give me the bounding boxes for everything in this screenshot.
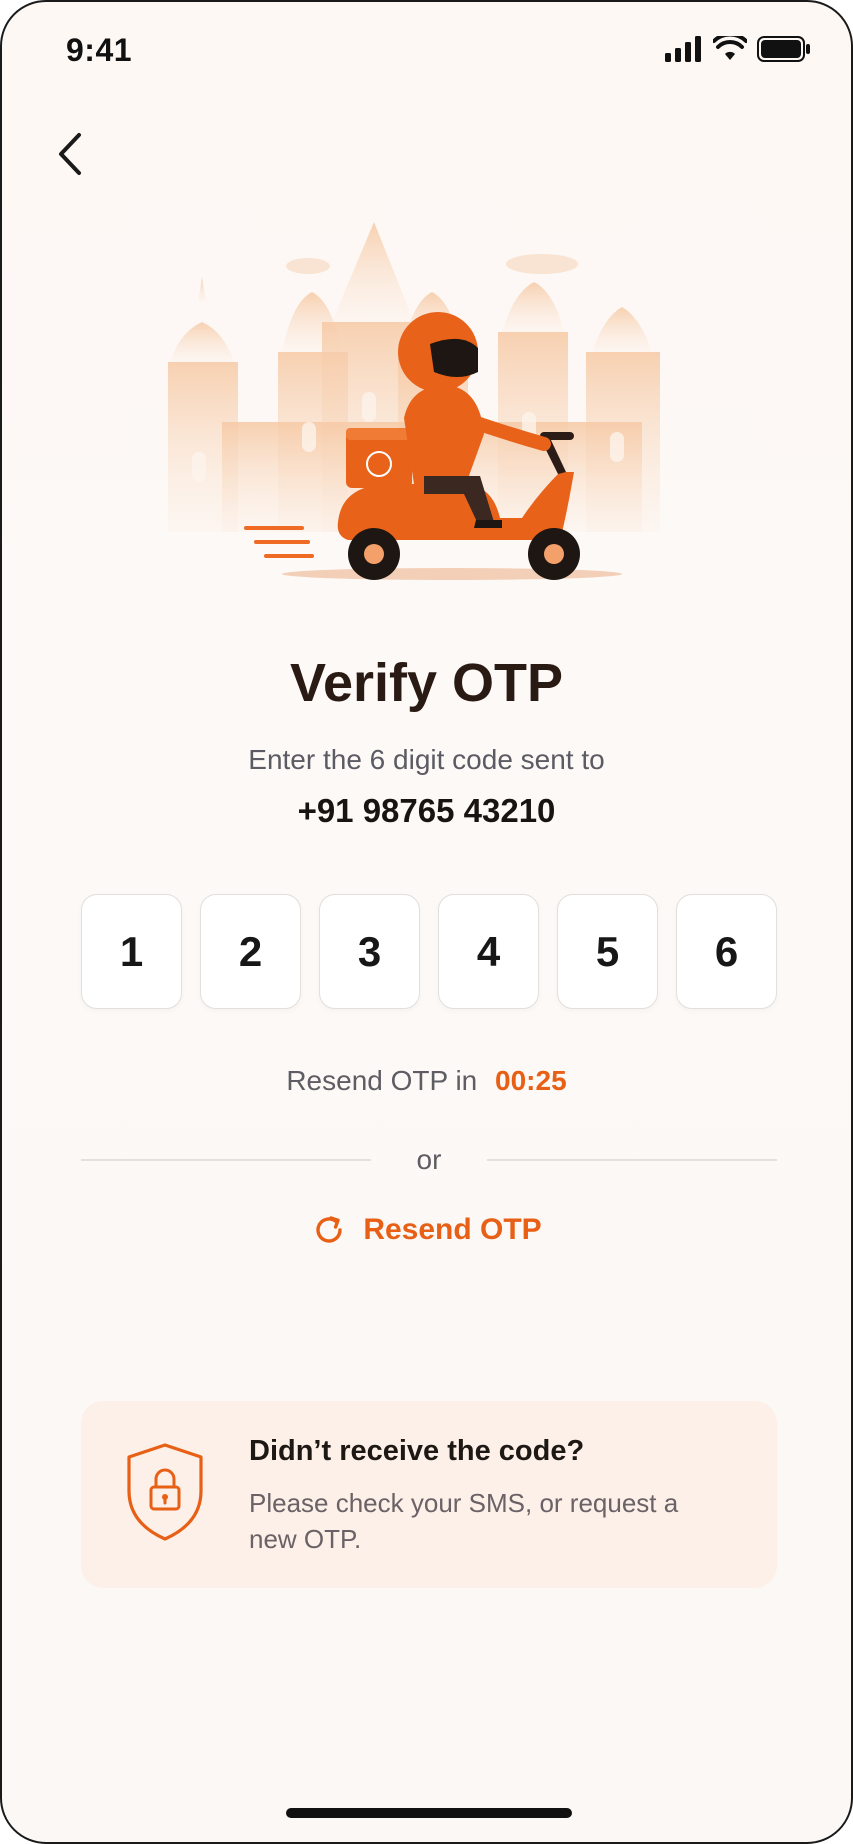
otp-digit-2[interactable]: 2 (200, 894, 301, 1009)
status-bar: 9:41 (2, 2, 851, 102)
delivery-scooter-illustration (168, 222, 660, 580)
countdown-timer: 00:25 (495, 1065, 567, 1096)
status-icons (665, 36, 811, 62)
refresh-icon (316, 1216, 343, 1243)
back-button[interactable] (42, 122, 98, 186)
phone-number: +91 98765 43210 (297, 792, 556, 829)
resend-otp-button[interactable]: Resend OTP (2, 1212, 851, 1248)
divider-line-left (81, 1159, 371, 1161)
wifi-icon (713, 36, 747, 60)
subtitle: Enter the 6 digit code sent to (248, 744, 605, 775)
help-card-body: Please check your SMS, or request a new … (249, 1488, 679, 1554)
page-title: Verify OTP (289, 653, 564, 713)
battery-icon (757, 36, 810, 62)
resend-otp-label: Resend OTP (363, 1213, 542, 1246)
cellular-signal-icon (665, 36, 701, 62)
divider-text: or (416, 1144, 442, 1175)
resend-timer-label: Resend OTP in (286, 1065, 478, 1096)
resend-timer: Resend OTP in 00:25 (2, 1065, 851, 1097)
phone-screen: 9:41 Verify OTP Enter the 6 digit code s… (0, 0, 853, 1844)
otp-digit-6[interactable]: 6 (676, 894, 777, 1009)
otp-digit-1[interactable]: 1 (81, 894, 182, 1009)
otp-input-row: 1 2 3 4 5 6 (81, 894, 777, 1009)
or-divider: or (81, 1144, 777, 1176)
status-time: 9:41 (66, 32, 133, 68)
divider-line-right (487, 1159, 777, 1161)
hero-illustration (162, 222, 702, 592)
otp-digit-4[interactable]: 4 (438, 894, 539, 1009)
help-card-title: Didn’t receive the code? (249, 1435, 585, 1467)
otp-digit-3[interactable]: 3 (319, 894, 420, 1009)
help-card: Didn’t receive the code? Please check yo… (81, 1401, 777, 1588)
chevron-left-icon (59, 133, 81, 175)
home-indicator[interactable] (286, 1808, 572, 1818)
shield-lock-icon (123, 1441, 207, 1548)
otp-digit-5[interactable]: 5 (557, 894, 658, 1009)
